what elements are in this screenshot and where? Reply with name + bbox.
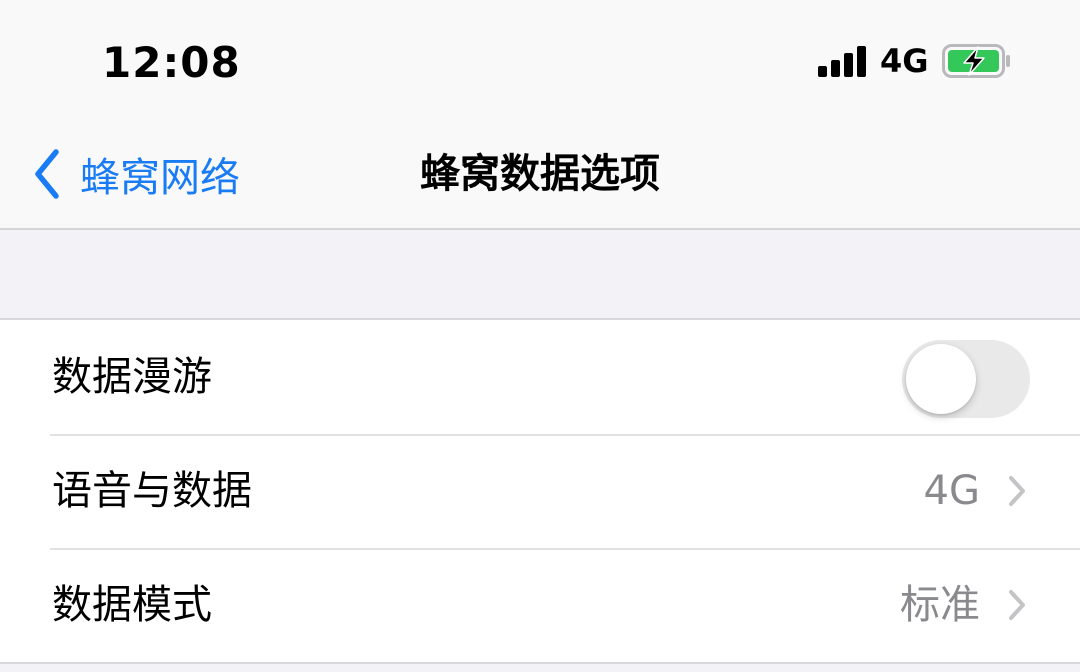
settings-list: 数据漫游 语音与数据 4G 数据模式 标准 [0, 318, 1080, 664]
screen: 12:08 4G 蜂窝数据选项 蜂窝网络 数据漫游 语音与数据 4G 数据模式 … [0, 0, 1080, 672]
chevron-right-icon [1009, 590, 1025, 620]
voice-and-data-value: 4G [923, 468, 980, 514]
voice-and-data-label: 语音与数据 [52, 468, 252, 514]
chevron-right-icon [1009, 476, 1025, 506]
data-roaming-row: 数据漫游 [0, 320, 1080, 434]
voice-and-data-row[interactable]: 语音与数据 4G [0, 434, 1080, 548]
data-mode-label: 数据模式 [52, 582, 212, 628]
data-roaming-toggle[interactable] [902, 340, 1030, 418]
status-time: 12:08 [102, 38, 241, 87]
toggle-knob [906, 344, 976, 414]
battery-charging-icon [942, 44, 1010, 78]
back-button[interactable]: 蜂窝网络 [30, 146, 240, 202]
data-roaming-label: 数据漫游 [52, 354, 212, 400]
back-button-label: 蜂窝网络 [80, 155, 240, 201]
chevron-left-icon [35, 149, 59, 199]
network-type-label: 4G [880, 42, 929, 80]
top-bar: 12:08 4G 蜂窝数据选项 蜂窝网络 [0, 0, 1080, 230]
cellular-signal-icon [818, 45, 868, 77]
data-mode-row[interactable]: 数据模式 标准 [0, 548, 1080, 662]
data-mode-value: 标准 [900, 582, 980, 628]
